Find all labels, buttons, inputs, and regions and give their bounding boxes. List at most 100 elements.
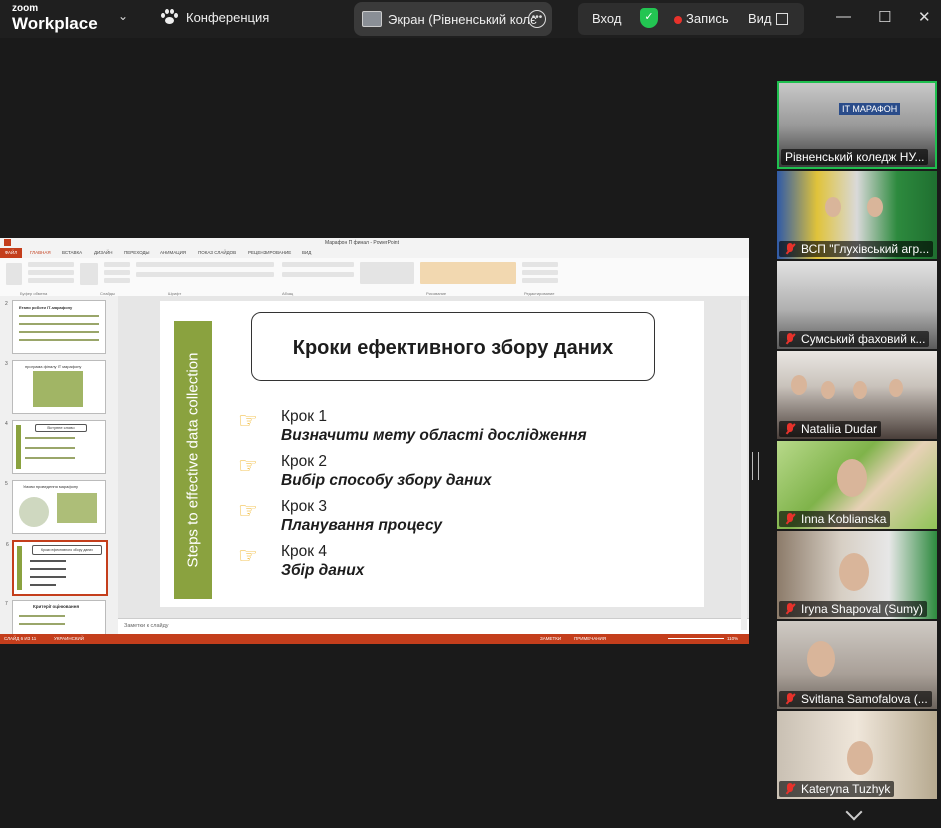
- ribbon-control[interactable]: [104, 278, 130, 283]
- more-options-icon[interactable]: •••: [528, 10, 546, 28]
- slide-number: 2: [5, 301, 8, 307]
- slide-number: 7: [5, 601, 8, 607]
- chevron-down-icon[interactable]: ⌄: [118, 9, 128, 23]
- scroll-down-chevron-icon[interactable]: [845, 803, 863, 821]
- share-label: Экран (Рівненський колє: [388, 11, 537, 27]
- thumb-title: Етапи роботи ІТ-марафону: [19, 305, 73, 310]
- meeting-menu[interactable]: Конференция: [160, 9, 269, 25]
- record-button[interactable]: Запись: [686, 11, 729, 26]
- slide-thumbnail[interactable]: 4 Вступне слово: [5, 420, 106, 474]
- slide-thumbnail-selected[interactable]: 6 Кроки ефективного збору даних: [6, 540, 108, 596]
- participant-tile[interactable]: ВСП "Глухівський агр...: [777, 171, 937, 259]
- slide-thumbnail[interactable]: 3 програма фіналу IT марафону: [5, 360, 106, 414]
- tab-transitions[interactable]: ПЕРЕХОДЫ: [124, 250, 150, 255]
- new-slide-button[interactable]: [80, 263, 98, 285]
- ppt-ribbon-tabs: ФАЙЛ ГЛАВНАЯ ВСТАВКА ДИЗАЙН ПЕРЕХОДЫ АНИ…: [0, 248, 749, 258]
- pointing-hand-icon: ☞: [238, 498, 258, 523]
- slide-thumbnail[interactable]: 7 Критерії оцінювання: [5, 600, 106, 634]
- shapes-gallery[interactable]: [360, 262, 414, 284]
- slide-thumbnail[interactable]: 5 Умови проведення марафону: [5, 480, 106, 534]
- panel-resize-handle[interactable]: [752, 452, 759, 480]
- screen-thumbnail-icon: [362, 11, 382, 27]
- view-button[interactable]: Вид: [748, 11, 772, 26]
- tab-file[interactable]: ФАЙЛ: [0, 248, 22, 258]
- participant-name: ВСП "Глухівський агр...: [801, 242, 930, 256]
- comments-toggle[interactable]: ПРИМЕЧАНИЯ: [574, 636, 606, 641]
- participant-tile[interactable]: Iryna Shapoval (Sumy): [777, 531, 937, 619]
- font-formatting[interactable]: [136, 272, 274, 277]
- paragraph-formatting[interactable]: [282, 272, 354, 277]
- step-description: Визначити мету області дослідження: [281, 427, 587, 444]
- enter-button[interactable]: Вход: [592, 11, 621, 26]
- slide-counter: СЛАЙД 6 ИЗ 11: [4, 636, 37, 641]
- participant-name: Kateryna Tuzhyk: [801, 782, 891, 796]
- powerpoint-icon: [4, 239, 11, 246]
- slide-thumbnail[interactable]: 2 Етапи роботи ІТ-марафону: [5, 300, 106, 354]
- maximize-button[interactable]: ☐: [878, 8, 891, 26]
- zoom-logo[interactable]: zoom Workplace: [12, 4, 98, 33]
- participant-name-label: Nataliia Dudar: [779, 421, 882, 437]
- zoom-slider[interactable]: [668, 638, 724, 639]
- participant-tile[interactable]: Сумський фаховий к...: [777, 261, 937, 349]
- slide-title: Кроки ефективного збору даних: [292, 337, 614, 359]
- slide-number: 6: [6, 542, 9, 548]
- paste-button[interactable]: [6, 263, 22, 285]
- pointing-hand-icon: ☞: [238, 543, 258, 568]
- select-button[interactable]: [522, 278, 558, 283]
- mic-muted-icon: [785, 423, 796, 435]
- slide-number: 5: [5, 481, 8, 487]
- notes-toggle[interactable]: ЗАМЕТКИ: [540, 636, 561, 641]
- notes-pane[interactable]: Заметки к слайду: [118, 618, 749, 635]
- tab-view[interactable]: ВИД: [302, 250, 311, 255]
- tab-home[interactable]: ГЛАВНАЯ: [30, 250, 51, 255]
- mic-muted-icon: [785, 513, 796, 525]
- ppt-ribbon: Буфер обмена Слайды Шрифт Абзац Рисовани…: [0, 258, 749, 297]
- participant-tile[interactable]: Nataliia Dudar: [777, 351, 937, 439]
- security-shield-icon[interactable]: ✓: [640, 8, 658, 28]
- step-label: Крок 1: [281, 408, 327, 425]
- participant-tile[interactable]: Svitlana Samofalova (...: [777, 621, 937, 709]
- thumb-title: Кроки ефективного збору даних: [32, 545, 102, 555]
- participant-name: Inna Koblianska: [801, 512, 887, 526]
- font-controls[interactable]: [136, 262, 274, 267]
- zoom-level[interactable]: 110%: [727, 636, 738, 641]
- participant-tile[interactable]: IT МАРАФОН Рівненський коледж НУ...: [777, 81, 937, 169]
- vertical-banner-text: Steps to effective data collection: [184, 352, 202, 568]
- close-button[interactable]: ✕: [918, 8, 931, 26]
- slide-title-box: Кроки ефективного збору даних: [251, 312, 655, 381]
- tab-slideshow[interactable]: ПОКАЗ СЛАЙДОВ: [198, 250, 236, 255]
- thumb-title: Вступне слово: [35, 424, 87, 432]
- participant-tile[interactable]: Kateryna Tuzhyk: [777, 711, 937, 799]
- participant-tile[interactable]: Inna Koblianska: [777, 441, 937, 529]
- slide-scrollbar[interactable]: [741, 300, 747, 630]
- minimize-button[interactable]: —: [836, 8, 851, 25]
- tab-review[interactable]: РЕЦЕНЗИРОВАНИЕ: [248, 250, 291, 255]
- replace-button[interactable]: [522, 270, 558, 275]
- mic-muted-icon: [785, 243, 796, 255]
- ribbon-control[interactable]: [28, 262, 74, 267]
- arrange-styles[interactable]: [420, 262, 516, 284]
- tab-animation[interactable]: АНИМАЦИЯ: [160, 250, 186, 255]
- participant-name-label: Iryna Shapoval (Sumy): [779, 601, 928, 617]
- tab-design[interactable]: ДИЗАЙН: [94, 250, 113, 255]
- ribbon-control[interactable]: [104, 270, 130, 275]
- participant-name: Iryna Shapoval (Sumy): [801, 602, 924, 616]
- participant-name: Svitlana Samofalova (...: [801, 692, 928, 706]
- view-grid-icon[interactable]: [776, 13, 788, 25]
- thumb-title: Умови проведення марафону: [23, 484, 79, 489]
- step-description: Збір даних: [281, 562, 365, 579]
- paragraph-controls[interactable]: [282, 262, 354, 267]
- slide-number: 3: [5, 361, 8, 367]
- screen-share-pill[interactable]: Экран (Рівненський колє •••: [354, 2, 552, 36]
- language-indicator[interactable]: УКРАИНСКИЙ: [54, 636, 84, 641]
- logo-bottom-text: Workplace: [12, 14, 98, 33]
- ribbon-control[interactable]: [28, 270, 74, 275]
- paw-icon: [160, 9, 178, 25]
- participant-name-label: Kateryna Tuzhyk: [779, 781, 895, 797]
- participant-name-label: Svitlana Samofalova (...: [779, 691, 932, 707]
- participant-name-label: Сумський фаховий к...: [779, 331, 930, 347]
- tab-insert[interactable]: ВСТАВКА: [62, 250, 82, 255]
- ribbon-control[interactable]: [28, 278, 74, 283]
- find-button[interactable]: [522, 262, 558, 267]
- ribbon-control[interactable]: [104, 262, 130, 267]
